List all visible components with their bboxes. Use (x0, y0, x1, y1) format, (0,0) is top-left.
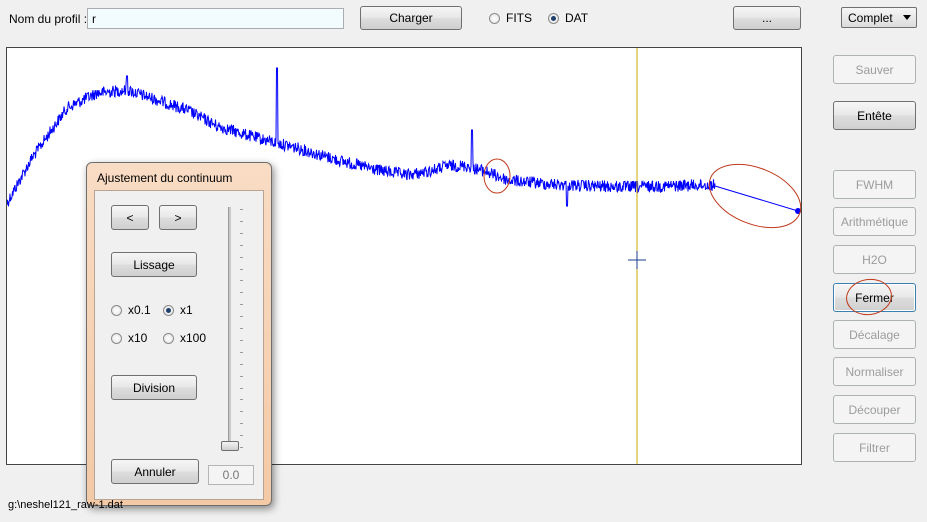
smooth-button[interactable]: Lissage (111, 252, 197, 277)
radio-x1-indicator (163, 304, 174, 316)
sidebar-button-decouper[interactable]: Découper (833, 395, 916, 424)
radio-dat-label: DAT (565, 11, 589, 25)
chevron-down-icon (903, 15, 911, 20)
sidebar-button-sauver[interactable]: Sauver (833, 55, 916, 84)
radio-x100-indicator (163, 332, 174, 344)
sidebar-button-fermer[interactable]: Fermer (833, 283, 916, 312)
slider-tick (240, 232, 243, 234)
radio-x10-indicator (111, 332, 122, 344)
slider-tick (240, 423, 243, 425)
prev-button[interactable]: < (111, 205, 149, 230)
radio-fits-label: FITS (506, 11, 532, 25)
format-radio-dat[interactable]: DAT (548, 11, 588, 25)
annotation-circle-right (708, 163, 801, 229)
cancel-button[interactable]: Annuler (111, 459, 199, 484)
slider-tick (240, 363, 243, 365)
sidebar-button-filtrer[interactable]: Filtrer (833, 433, 916, 462)
radio-x100-label: x100 (180, 331, 207, 345)
scale-radio-x10[interactable]: x10 (111, 331, 147, 345)
status-file-path: g:\neshel121_raw-1.dat (8, 499, 123, 511)
mode-select[interactable]: Complet (841, 7, 917, 28)
slider-tick (240, 220, 243, 222)
profile-label: Nom du profil : (9, 12, 88, 26)
dialog-title: Ajustement du continuum (97, 171, 233, 185)
radio-x0.1-indicator (111, 304, 122, 316)
slider-tick (240, 447, 243, 448)
slider-track (228, 207, 231, 449)
sidebar-button-normaliser[interactable]: Normaliser (833, 357, 916, 386)
mode-select-value: Complet (848, 10, 893, 25)
profile-name-input[interactable] (87, 8, 344, 29)
slider-tick (240, 280, 243, 282)
radio-dat-indicator (548, 12, 559, 24)
dialog-client-area: < > Lissage x0.1 x1 x10 x100 Division An… (94, 190, 264, 500)
radio-x10-label: x10 (128, 331, 148, 345)
slider-tick (240, 268, 243, 270)
continuum-slider[interactable] (221, 205, 253, 457)
slider-tick (240, 328, 243, 329)
scale-radio-x100[interactable]: x100 (163, 331, 206, 345)
slider-value-field[interactable] (208, 465, 254, 485)
slider-thumb[interactable] (221, 441, 239, 451)
slider-tick (240, 244, 243, 246)
format-radio-fits[interactable]: FITS (489, 11, 532, 25)
scale-radio-x1[interactable]: x1 (163, 303, 193, 317)
slider-ticks (240, 209, 246, 448)
load-button[interactable]: Charger (360, 6, 462, 30)
slider-tick (240, 375, 243, 377)
slider-tick (240, 316, 243, 318)
sidebar-button-entete[interactable]: Entête (833, 101, 916, 130)
continuum-dialog: Ajustement du continuum < > Lissage x0.1… (86, 162, 272, 506)
slider-tick (240, 304, 243, 306)
sidebar-button-arithmetique[interactable]: Arithmétique (833, 207, 916, 236)
radio-fits-indicator (489, 12, 500, 24)
slider-tick (240, 256, 243, 258)
slider-tick (240, 292, 243, 294)
scale-radio-x0.1[interactable]: x0.1 (111, 303, 151, 317)
radio-x0.1-label: x0.1 (128, 303, 151, 317)
sidebar-button-fwhm[interactable]: FWHM (833, 170, 916, 199)
slider-tick (240, 435, 243, 437)
next-button[interactable]: > (159, 205, 197, 230)
sidebar-button-h2o[interactable]: H2O (833, 245, 916, 274)
slider-tick (240, 209, 243, 210)
slider-tick (240, 339, 243, 341)
browse-button[interactable]: ... (733, 6, 801, 30)
continuum-segment (714, 185, 799, 212)
division-button[interactable]: Division (111, 375, 197, 400)
slider-tick (240, 351, 243, 353)
radio-x1-label: x1 (180, 303, 193, 317)
sidebar-button-decalage[interactable]: Décalage (833, 320, 916, 349)
slider-tick (240, 399, 243, 401)
slider-tick (240, 411, 243, 413)
slider-tick (240, 387, 243, 389)
